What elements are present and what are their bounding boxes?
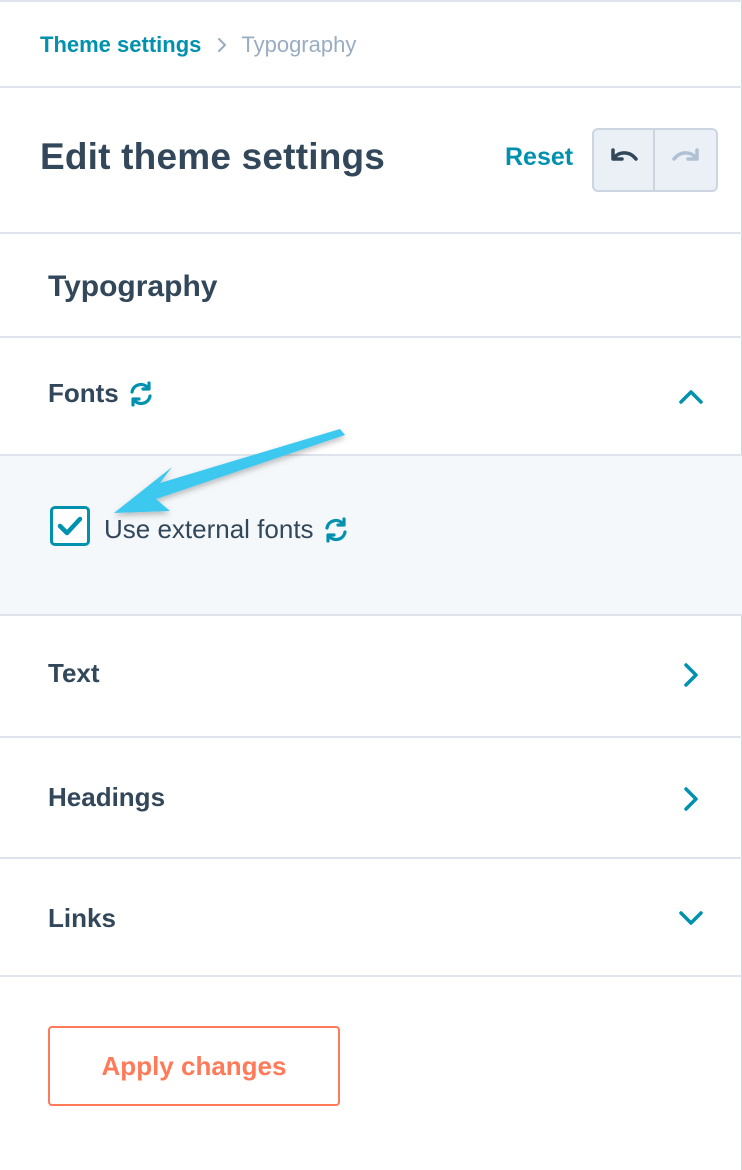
accordion-headings[interactable]: Headings xyxy=(0,738,742,859)
use-external-fonts-checkbox[interactable] xyxy=(50,506,90,546)
redo-button[interactable] xyxy=(655,130,716,190)
fonts-panel: Use external fonts xyxy=(0,456,742,616)
accordion-headings-label: Headings xyxy=(48,782,166,812)
chevron-up-icon[interactable] xyxy=(676,382,706,412)
breadcrumb: Theme settings Typography xyxy=(0,3,742,88)
chevron-right-icon[interactable] xyxy=(676,660,706,690)
accordion-text[interactable]: Text xyxy=(0,616,742,738)
accordion-fonts-text: Fonts xyxy=(48,378,119,408)
page-header: Edit theme settings Reset xyxy=(0,88,742,234)
redo-icon xyxy=(669,146,703,175)
chevron-down-icon[interactable] xyxy=(676,903,706,933)
accordion-fonts-label: Fonts xyxy=(48,378,155,409)
chevron-right-icon[interactable] xyxy=(676,784,706,814)
checkmark-icon xyxy=(57,516,83,536)
apply-changes-button[interactable]: Apply changes xyxy=(48,1026,340,1106)
accordion-links[interactable]: Links xyxy=(0,859,742,977)
section-header: Typography xyxy=(0,234,742,338)
page-title: Edit theme settings xyxy=(40,136,386,177)
breadcrumb-link-theme-settings[interactable]: Theme settings xyxy=(40,32,201,58)
sync-icon xyxy=(127,380,155,408)
breadcrumb-current: Typography xyxy=(241,31,357,57)
accordion-links-label: Links xyxy=(48,903,116,933)
sync-icon xyxy=(322,516,350,544)
use-external-fonts-label[interactable]: Use external fonts xyxy=(104,514,350,545)
theme-settings-panel: Theme settings Typography Edit theme set… xyxy=(0,0,742,1170)
reset-button[interactable]: Reset xyxy=(505,143,573,172)
section-title: Typography xyxy=(48,270,218,303)
accordion-text-label: Text xyxy=(48,658,100,688)
accordion-fonts[interactable]: Fonts xyxy=(0,338,742,456)
chevron-right-icon xyxy=(217,37,227,52)
use-external-fonts-text: Use external fonts xyxy=(104,514,314,544)
undo-icon xyxy=(607,146,641,175)
undo-button[interactable] xyxy=(594,130,656,190)
undo-redo-group xyxy=(592,128,718,192)
